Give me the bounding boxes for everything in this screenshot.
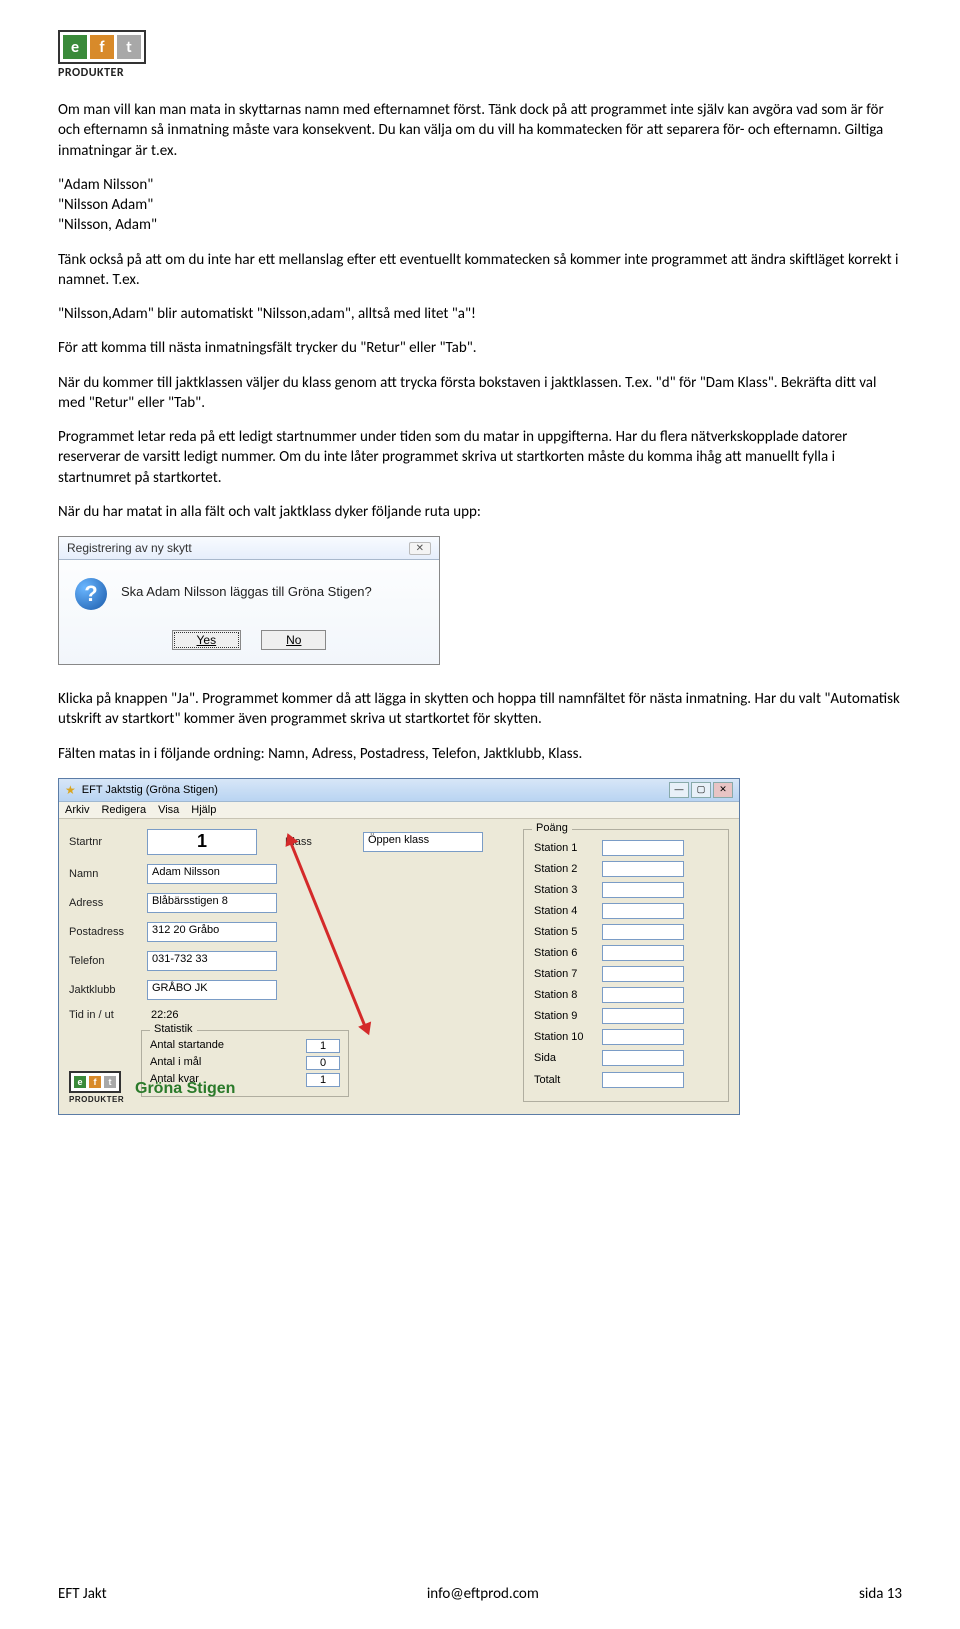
station-6-label: Station 6: [534, 947, 594, 959]
footer-center: info@eftprod.com: [427, 1585, 539, 1603]
menu-visa[interactable]: Visa: [158, 804, 179, 816]
station-3-input[interactable]: [602, 882, 684, 898]
station-8-input[interactable]: [602, 987, 684, 1003]
stat-kvar-value: 1: [306, 1073, 340, 1087]
menu-redigera[interactable]: Redigera: [101, 804, 146, 816]
sida-label: Sida: [534, 1052, 594, 1064]
paragraph-6: Programmet letar reda på ett ledigt star…: [58, 427, 902, 488]
station-4-input[interactable]: [602, 903, 684, 919]
totalt-label: Totalt: [534, 1074, 594, 1086]
paragraph-2: Tänk också på att om du inte har ett mel…: [58, 250, 902, 291]
tid-label: Tid in / ut: [69, 1009, 139, 1021]
adress-input[interactable]: Blåbärsstigen 8: [147, 893, 277, 913]
close-button[interactable]: ✕: [713, 782, 733, 798]
stat-mal-value: 0: [306, 1056, 340, 1070]
station-2-label: Station 2: [534, 863, 594, 875]
menu-hjalp[interactable]: Hjälp: [191, 804, 216, 816]
logo-letter-t: t: [117, 35, 141, 59]
startnr-label: Startnr: [69, 836, 139, 848]
paragraph-1: Om man vill kan man mata in skyttarnas n…: [58, 100, 902, 161]
example-2: "Nilsson Adam": [58, 195, 902, 215]
station-9-input[interactable]: [602, 1008, 684, 1024]
stat-start-value: 1: [306, 1039, 340, 1053]
confirm-dialog: Registrering av ny skytt ✕ ? Ska Adam Ni…: [58, 536, 440, 665]
page-footer: EFT Jakt info@eftprod.com sida 13: [58, 1585, 902, 1603]
tid-value: 22:26: [151, 1009, 179, 1021]
footer-right: sida 13: [859, 1585, 902, 1603]
examples-block: "Adam Nilsson" "Nilsson Adam" "Nilsson, …: [58, 175, 902, 236]
station-2-input[interactable]: [602, 861, 684, 877]
totalt-input[interactable]: [602, 1072, 684, 1088]
adress-label: Adress: [69, 897, 139, 909]
paragraph-5: När du kommer till jaktklassen väljer du…: [58, 373, 902, 414]
station-1-input[interactable]: [602, 840, 684, 856]
jaktklubb-input[interactable]: GRÅBO JK: [147, 980, 277, 1000]
logo-letter-e: e: [63, 35, 87, 59]
paragraph-8: Klicka på knappen "Ja". Programmet komme…: [58, 689, 902, 730]
startnr-input[interactable]: 1: [147, 829, 257, 855]
paragraph-9: Fälten matas in i följande ordning: Namn…: [58, 744, 902, 764]
dialog-title-text: Registrering av ny skytt: [67, 541, 192, 555]
station-7-label: Station 7: [534, 968, 594, 980]
paragraph-7: När du har matat in alla fält och valt j…: [58, 502, 902, 522]
stat-legend: Statistik: [150, 1023, 197, 1035]
maximize-button[interactable]: ▢: [691, 782, 711, 798]
question-icon: ?: [75, 578, 107, 610]
paragraph-4: För att komma till nästa inmatningsfält …: [58, 338, 902, 358]
telefon-input[interactable]: 031-732 33: [147, 951, 277, 971]
example-1: "Adam Nilsson": [58, 175, 902, 195]
station-5-label: Station 5: [534, 926, 594, 938]
logo-letter-f: f: [90, 35, 114, 59]
station-7-input[interactable]: [602, 966, 684, 982]
menu-bar: Arkiv Redigera Visa Hjälp: [59, 802, 739, 819]
app-window: ★ EFT Jaktstig (Gröna Stigen) — ▢ ✕ Arki…: [58, 778, 740, 1115]
dialog-yes-button[interactable]: Yes: [172, 630, 242, 650]
sida-input[interactable]: [602, 1050, 684, 1066]
app-icon: ★: [65, 783, 76, 797]
namn-input[interactable]: Adam Nilsson: [147, 864, 277, 884]
station-3-label: Station 3: [534, 884, 594, 896]
dialog-close-button[interactable]: ✕: [409, 542, 431, 555]
postadress-input[interactable]: 312 20 Gråbo: [147, 922, 277, 942]
menu-arkiv[interactable]: Arkiv: [65, 804, 89, 816]
logo-subtext: PRODUKTER: [58, 66, 902, 80]
station-4-label: Station 4: [534, 905, 594, 917]
brand-logo: e f t PRODUKTER: [58, 30, 902, 80]
poang-legend: Poäng: [532, 822, 572, 834]
footer-left: EFT Jakt: [58, 1585, 107, 1603]
postadress-label: Postadress: [69, 926, 139, 938]
telefon-label: Telefon: [69, 955, 139, 967]
station-8-label: Station 8: [534, 989, 594, 1001]
station-10-label: Station 10: [534, 1031, 594, 1043]
paragraph-3: "Nilsson,Adam" blir automatiskt "Nilsson…: [58, 304, 902, 324]
poang-group: Poäng Station 1 Station 2 Station 3 Stat…: [523, 829, 729, 1102]
minimize-button[interactable]: —: [669, 782, 689, 798]
jaktklubb-label: Jaktklubb: [69, 984, 139, 996]
stat-mal-label: Antal i mål: [150, 1056, 201, 1070]
station-1-label: Station 1: [534, 842, 594, 854]
namn-label: Namn: [69, 868, 139, 880]
klass-select[interactable]: Öppen klass: [363, 832, 483, 852]
station-5-input[interactable]: [602, 924, 684, 940]
station-10-input[interactable]: [602, 1029, 684, 1045]
dialog-message: Ska Adam Nilsson läggas till Gröna Stige…: [121, 578, 372, 599]
station-6-input[interactable]: [602, 945, 684, 961]
dialog-no-button[interactable]: No: [261, 630, 326, 650]
app-brand-logo: e f t PRODUKTER: [69, 1071, 124, 1104]
station-9-label: Station 9: [534, 1010, 594, 1022]
app-brand-text: Gröna Stigen: [135, 1080, 235, 1098]
app-title: EFT Jaktstig (Gröna Stigen): [82, 784, 218, 796]
stat-start-label: Antal startande: [150, 1039, 224, 1053]
example-3: "Nilsson, Adam": [58, 215, 902, 235]
